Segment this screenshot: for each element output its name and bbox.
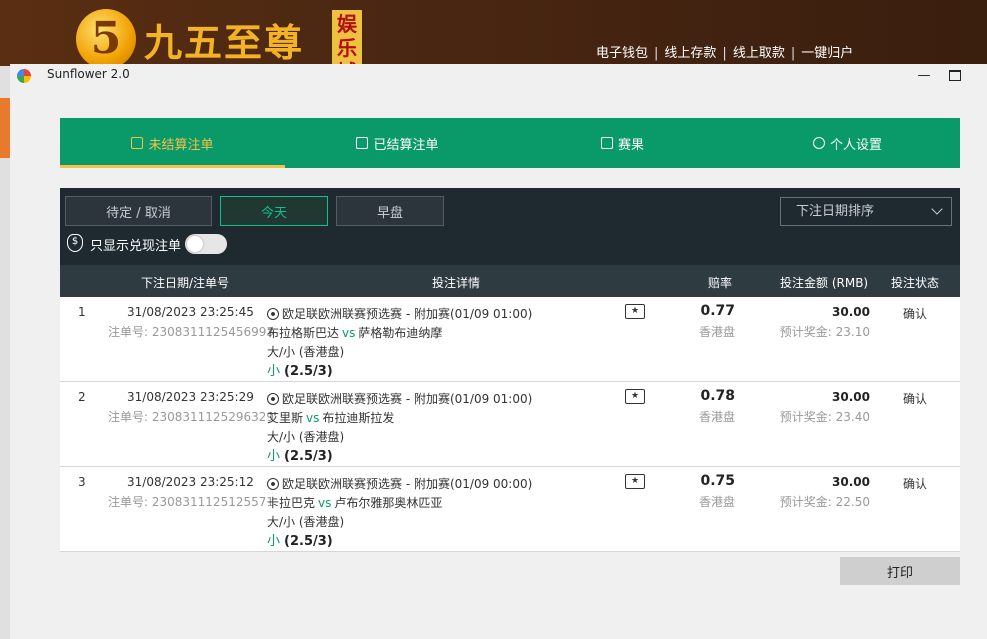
- filter-pending-button[interactable]: 待定 / 取消: [65, 196, 212, 226]
- filter-panel: 待定 / 取消 今天 早盘 下注日期排序 $ 只显示兑现注单: [60, 188, 960, 265]
- filter-early-button[interactable]: 早盘: [336, 196, 444, 226]
- selection: 小 (2.5/3): [267, 449, 333, 464]
- teams: 布拉格斯巴达 vs 萨格勒布迪纳摩: [267, 326, 443, 340]
- scoreboard-icon: [600, 137, 613, 149]
- sort-label: 下注日期排序: [796, 204, 875, 219]
- money-bag-icon: $: [67, 234, 83, 252]
- app-icon: [17, 69, 31, 83]
- bets-table: 1 31/08/2023 23:25:45 注单号: 2308311125456…: [60, 297, 960, 552]
- teams: 艾里斯 vs 布拉迪斯拉发: [267, 411, 395, 425]
- header-detail: 投注详情: [432, 276, 481, 290]
- sort-dropdown[interactable]: 下注日期排序: [780, 197, 952, 226]
- soccer-ball-icon: [267, 393, 279, 405]
- bet-date: 31/08/2023 23:25:29: [127, 390, 254, 404]
- receipt-icon: [131, 137, 144, 149]
- toggle-knob: [187, 236, 203, 252]
- order-number: 注单号: 2308311125456993: [108, 325, 275, 339]
- app-window: Sunflower 2.0 — 未结算注单 已结算注单 赛果 个人设置 待定 /…: [10, 64, 987, 639]
- bet-status: 确认: [903, 392, 928, 406]
- table-row: 2 31/08/2023 23:25:29 注单号: 2308311125296…: [60, 382, 960, 467]
- odds-value: 0.77: [700, 303, 735, 319]
- selection: 小 (2.5/3): [267, 534, 333, 549]
- event-name: 欧足联欧洲联赛预选赛 - 附加赛(01/09 00:00): [267, 475, 532, 492]
- table-header: 下注日期/注单号 投注详情 赔率 投注金额 (RMB) 投注状态: [60, 265, 960, 297]
- odds-type: 香港盘: [698, 325, 735, 339]
- odds-value: 0.78: [700, 388, 735, 404]
- background-left-strip: [0, 66, 10, 639]
- tab-results[interactable]: 赛果: [510, 118, 735, 168]
- site-header: 5 九五至尊 娱乐城 电子钱包|线上存款|线上取款|一键归户: [0, 0, 987, 84]
- bet-status: 确认: [903, 477, 928, 491]
- bet-amount: 30.00: [832, 475, 870, 489]
- link-deposit[interactable]: 线上存款: [664, 42, 716, 61]
- link-consolidate[interactable]: 一键归户: [801, 42, 853, 61]
- live-chat-icon[interactable]: ★: [625, 474, 645, 489]
- cashout-filter-label: 只显示兑现注单: [90, 239, 182, 254]
- row-number: 1: [78, 305, 86, 319]
- odds-type: 香港盘: [698, 410, 735, 424]
- live-chat-icon[interactable]: ★: [625, 389, 645, 404]
- expected-payout: 预计奖金: 23.40: [779, 410, 870, 424]
- print-button[interactable]: 打印: [840, 557, 960, 585]
- header-status: 投注状态: [891, 276, 940, 290]
- main-tabs: 未结算注单 已结算注单 赛果 个人设置: [60, 118, 960, 168]
- market: 大/小 (香港盘): [267, 515, 345, 529]
- tab-settled[interactable]: 已结算注单: [285, 118, 510, 168]
- bet-status: 确认: [903, 307, 928, 321]
- table-row: 1 31/08/2023 23:25:45 注单号: 2308311125456…: [60, 297, 960, 382]
- order-number: 注单号: 2308311125125571: [108, 495, 275, 509]
- gear-icon: [812, 137, 825, 149]
- table-row: 3 31/08/2023 23:25:12 注单号: 2308311125125…: [60, 467, 960, 552]
- live-chat-icon[interactable]: ★: [625, 304, 645, 319]
- title-bar: Sunflower 2.0 —: [10, 64, 987, 88]
- expected-payout: 预计奖金: 22.50: [779, 495, 870, 509]
- window-title: Sunflower 2.0: [47, 67, 130, 81]
- odds-type: 香港盘: [698, 495, 735, 509]
- event-name: 欧足联欧洲联赛预选赛 - 附加赛(01/09 01:00): [267, 305, 532, 322]
- soccer-ball-icon: [267, 478, 279, 490]
- bet-date: 31/08/2023 23:25:45: [127, 305, 254, 319]
- row-number: 3: [78, 475, 86, 489]
- minimize-button[interactable]: —: [914, 66, 934, 86]
- market: 大/小 (香港盘): [267, 430, 345, 444]
- market: 大/小 (香港盘): [267, 345, 345, 359]
- order-number: 注单号: 2308311125296329: [108, 410, 275, 424]
- expected-payout: 预计奖金: 23.10: [779, 325, 870, 339]
- tab-unsettled[interactable]: 未结算注单: [60, 118, 285, 168]
- header-amount: 投注金额 (RMB): [780, 276, 869, 290]
- header-date: 下注日期/注单号: [141, 276, 230, 290]
- site-nav-links: 电子钱包 | 线上存款 | 线上取款 | 一键归户: [596, 42, 853, 61]
- bet-date: 31/08/2023 23:25:12: [127, 475, 254, 489]
- soccer-ball-icon: [267, 308, 279, 320]
- link-withdraw[interactable]: 线上取款: [733, 42, 785, 61]
- filter-today-button[interactable]: 今天: [220, 196, 328, 226]
- logo-subtitle: 娱乐城: [332, 10, 362, 84]
- cashout-toggle[interactable]: [185, 234, 227, 254]
- event-name: 欧足联欧洲联赛预选赛 - 附加赛(01/09 01:00): [267, 390, 532, 407]
- header-odds: 赔率: [708, 276, 733, 290]
- row-number: 2: [78, 390, 86, 404]
- bet-amount: 30.00: [832, 305, 870, 319]
- chevron-down-icon: [931, 203, 943, 215]
- odds-value: 0.75: [700, 473, 735, 489]
- logo-text: 九五至尊: [144, 20, 305, 65]
- selection: 小 (2.5/3): [267, 364, 333, 379]
- maximize-button[interactable]: [949, 70, 961, 81]
- logo-icon: 5: [76, 9, 136, 69]
- teams: 卡拉巴克 vs 卢布尔雅那奥林匹亚: [267, 496, 443, 510]
- settled-icon: [356, 137, 369, 149]
- tab-settings[interactable]: 个人设置: [735, 118, 960, 168]
- link-wallet[interactable]: 电子钱包: [596, 42, 648, 61]
- bet-amount: 30.00: [832, 390, 870, 404]
